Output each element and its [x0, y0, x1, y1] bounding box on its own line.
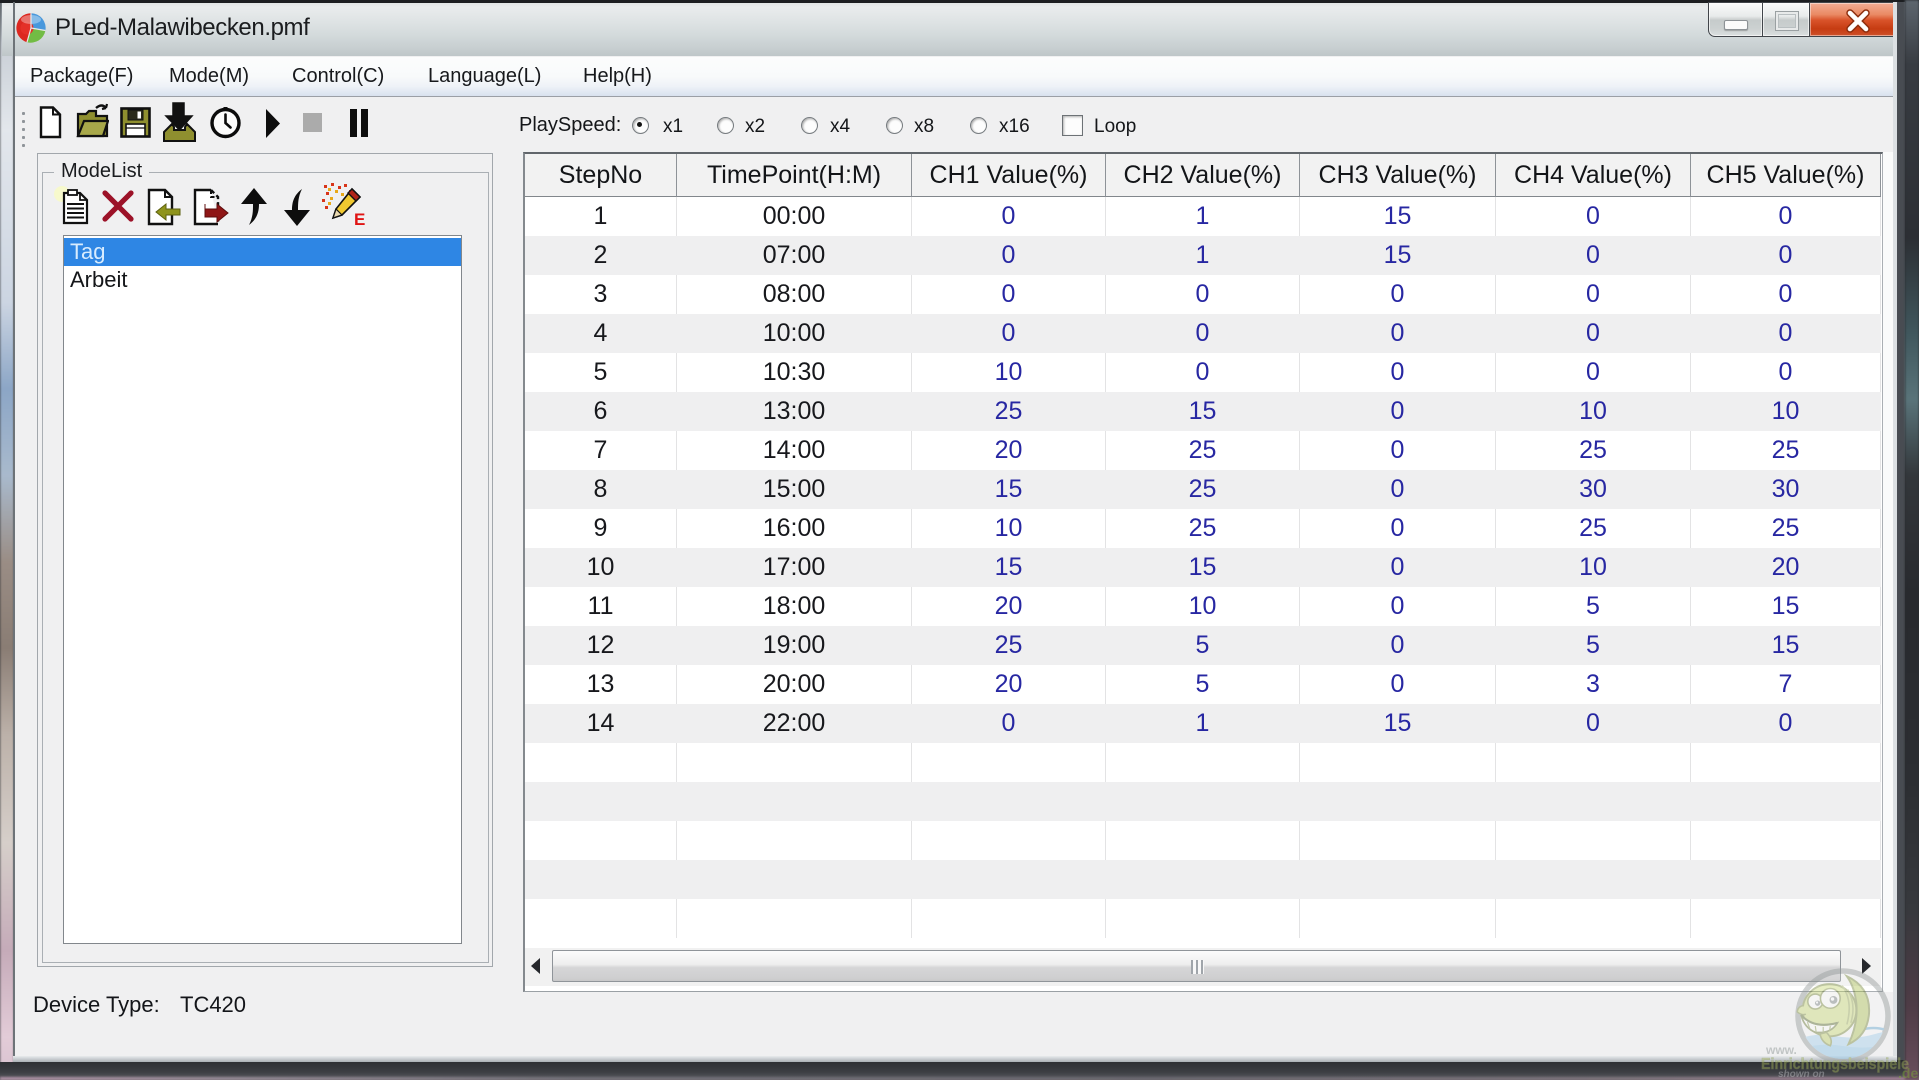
svg-text:www.: www. [1765, 1043, 1797, 1057]
svg-text:.de: .de [1898, 1065, 1918, 1080]
svg-text:E: E [354, 210, 365, 227]
svg-text:shown on: shown on [1778, 1069, 1825, 1080]
